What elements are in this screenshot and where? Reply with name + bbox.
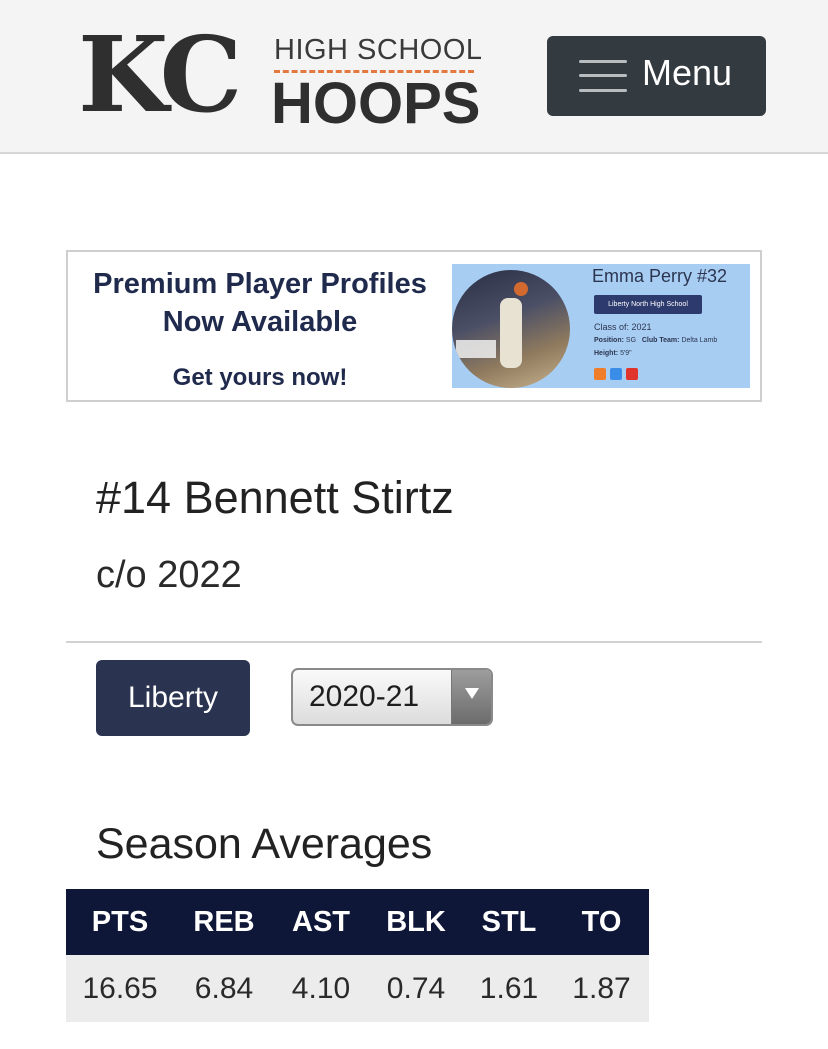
logo-high-school-text: HIGH SCHOOL (274, 34, 483, 66)
season-averages-table: PTS REB AST BLK STL TO 16.65 6.84 4.10 0… (66, 889, 649, 1022)
column-header-blk: BLK (368, 889, 464, 955)
column-header-stl: STL (464, 889, 554, 955)
banner-headline-line1: Premium Player Profiles (93, 268, 427, 300)
stat-ast: 4.10 (274, 955, 368, 1022)
stat-reb: 6.84 (174, 955, 274, 1022)
team-button[interactable]: Liberty (96, 660, 250, 736)
stat-blk: 0.74 (368, 955, 464, 1022)
column-header-pts: PTS (66, 889, 174, 955)
menu-label: Menu (642, 52, 733, 93)
banner-text-block: Premium Player Profiles Now Available Ge… (68, 252, 452, 400)
divider (66, 641, 762, 643)
site-logo[interactable]: KC HIGH SCHOOL HOOPS (78, 16, 482, 137)
site-header: KC HIGH SCHOOL HOOPS Menu (0, 0, 828, 154)
logo-kc-text: KC (78, 13, 242, 136)
season-selected-value: 2020-21 (309, 680, 420, 713)
player-class-year: c/o 2022 (96, 554, 242, 596)
logo-hoops-text: HOOPS (271, 71, 481, 136)
column-header-reb: REB (174, 889, 274, 955)
dropdown-arrow-icon (451, 670, 491, 724)
hamburger-icon (579, 58, 627, 94)
banner-cta: Get yours now! (172, 364, 348, 391)
banner-headline-line2: Now Available (162, 306, 358, 338)
youtube-icon (626, 368, 638, 380)
sample-profile-height-row: Height: 5'9" (594, 350, 632, 357)
sample-profile-card: Emma Perry #32 Liberty North High School… (452, 264, 750, 388)
hudl-icon (594, 368, 606, 380)
sample-profile-position-row: Position: SG Club Team: Delta Lamb (594, 337, 718, 344)
profile-photo (452, 270, 570, 388)
stat-pts: 16.65 (66, 955, 174, 1022)
column-header-to: TO (554, 889, 649, 955)
sample-profile-school: Liberty North High School (594, 295, 702, 314)
table-header-row: PTS REB AST BLK STL TO (66, 889, 649, 955)
season-select[interactable]: 2020-21 (291, 668, 493, 726)
menu-button[interactable]: Menu (547, 36, 766, 116)
season-averages-title: Season Averages (96, 820, 433, 868)
sample-profile-class: Class of: 2021 (594, 322, 652, 332)
stat-to: 1.87 (554, 955, 649, 1022)
stat-stl: 1.61 (464, 955, 554, 1022)
column-header-ast: AST (274, 889, 368, 955)
sample-profile-name: Emma Perry #32 (592, 266, 728, 286)
twitter-icon (610, 368, 622, 380)
player-name: #14 Bennett Stirtz (96, 472, 454, 523)
premium-profiles-banner[interactable]: Premium Player Profiles Now Available Ge… (66, 250, 762, 402)
table-row: 16.65 6.84 4.10 0.74 1.61 1.87 (66, 955, 649, 1022)
sample-profile-social-icons (594, 368, 638, 380)
